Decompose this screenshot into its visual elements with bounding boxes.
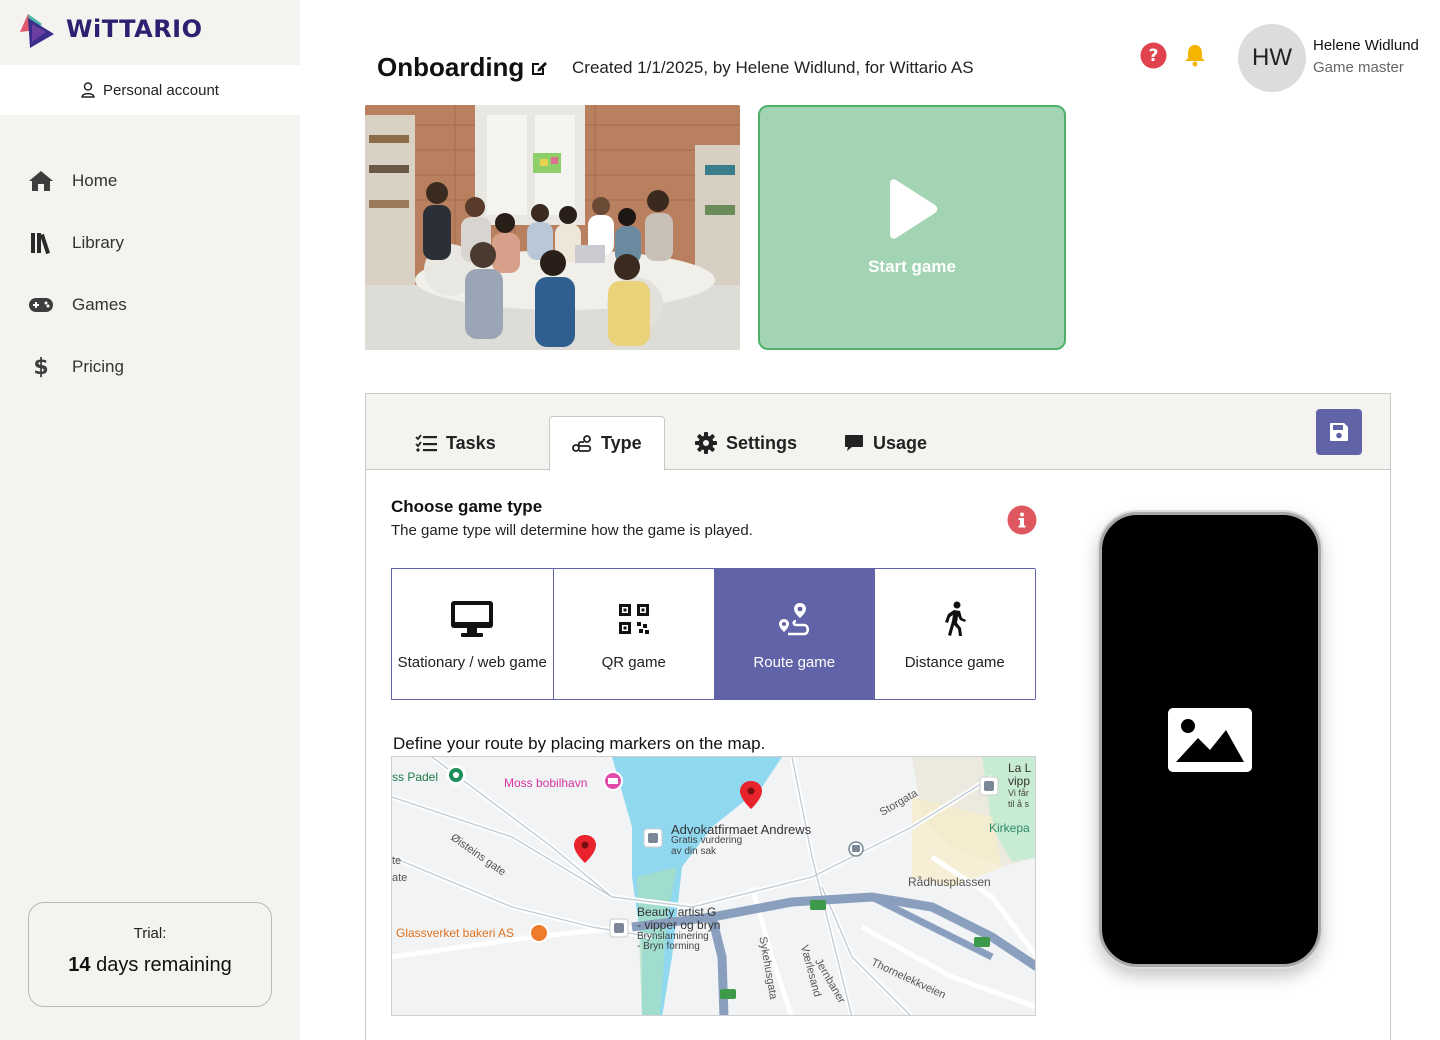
account-label: Personal account bbox=[103, 81, 219, 99]
created-info: Created 1/1/2025, by Helene Widlund, for… bbox=[572, 58, 974, 77]
user-icon bbox=[81, 82, 95, 98]
desktop-icon bbox=[450, 599, 494, 639]
tab-bar: Tasks Type Settings Usage bbox=[366, 394, 1390, 471]
map-label: ate bbox=[392, 872, 408, 884]
map-label: Gratis vurdering bbox=[671, 835, 743, 846]
map-label: - Bryn forming bbox=[637, 941, 700, 952]
map-label: ss Padel bbox=[392, 770, 439, 784]
user-name: Helene Widlund bbox=[1313, 37, 1419, 54]
trial-box: Trial: 14 days remaining bbox=[28, 902, 272, 1007]
nav-label: Library bbox=[72, 233, 124, 252]
trial-days-suffix: days remaining bbox=[90, 954, 232, 976]
map-label: Vi får bbox=[1008, 788, 1029, 798]
nav-item-library[interactable]: Library bbox=[0, 212, 300, 274]
trial-label: Trial: bbox=[133, 925, 167, 942]
start-game-label: Start game bbox=[868, 256, 956, 276]
game-type-distance[interactable]: Distance game bbox=[874, 569, 1035, 699]
map-label: Beauty artist G bbox=[637, 905, 717, 919]
phone-preview bbox=[1099, 512, 1321, 967]
map-label: til å s bbox=[1008, 799, 1030, 809]
route-icon bbox=[776, 599, 812, 639]
map-label: Glassverket bakeri AS bbox=[396, 926, 515, 940]
play-icon bbox=[890, 178, 938, 239]
map-label: te bbox=[392, 855, 402, 867]
game-editor-panel: Tasks Type Settings Usage Choose game ty… bbox=[365, 393, 1391, 1040]
map-label: Rådhusplassen bbox=[908, 875, 991, 889]
route-map[interactable]: ss Padel Moss bobilhavn Advokatfirmaet A… bbox=[391, 756, 1036, 1016]
game-type-label: Route game bbox=[753, 654, 836, 671]
tab-usage[interactable]: Usage bbox=[844, 416, 927, 470]
trial-remaining: 14 days remaining bbox=[29, 954, 271, 977]
tab-label: Tasks bbox=[446, 432, 496, 453]
game-type-qr[interactable]: QR game bbox=[553, 569, 714, 699]
main-nav: Home Library Games $ Pricing bbox=[0, 150, 300, 398]
gear-icon bbox=[695, 432, 717, 454]
logo[interactable]: WiTTARIO bbox=[16, 10, 203, 48]
library-icon bbox=[28, 232, 54, 254]
nav-item-home[interactable]: Home bbox=[0, 150, 300, 212]
sidebar: WiTTARIO Personal account Home Library G… bbox=[0, 0, 300, 1040]
map-label: av din sak bbox=[671, 846, 717, 857]
personal-account-button[interactable]: Personal account bbox=[0, 65, 300, 115]
bell-icon[interactable] bbox=[1184, 43, 1206, 72]
map-label: - vipper og bryn bbox=[637, 918, 721, 932]
game-type-label: Distance game bbox=[904, 654, 1005, 671]
edit-title-icon[interactable] bbox=[530, 59, 548, 82]
map-label: Kirkepa bbox=[989, 821, 1030, 835]
route-icon bbox=[572, 434, 592, 452]
map-label: La L bbox=[1008, 761, 1032, 775]
nav-item-pricing[interactable]: $ Pricing bbox=[0, 336, 300, 398]
checklist-icon bbox=[415, 434, 437, 452]
route-instruction: Define your route by placing markers on … bbox=[393, 734, 766, 753]
tab-type[interactable]: Type bbox=[549, 416, 665, 471]
game-type-title: Choose game type bbox=[391, 497, 543, 516]
logo-mark-icon bbox=[20, 14, 54, 48]
game-type-selector: Stationary / web game QR game Route game… bbox=[391, 568, 1036, 700]
nav-label: Games bbox=[72, 295, 127, 314]
tab-settings[interactable]: Settings bbox=[695, 416, 797, 470]
nav-label: Home bbox=[72, 171, 118, 190]
game-type-label: QR game bbox=[601, 654, 666, 671]
logo-text: WiTTARIO bbox=[66, 15, 203, 43]
map-label: Moss bobilhavn bbox=[504, 776, 588, 790]
gamepad-icon bbox=[28, 296, 54, 314]
tab-label: Usage bbox=[873, 432, 928, 453]
tab-label: Settings bbox=[726, 432, 798, 453]
tab-label: Type bbox=[601, 433, 642, 453]
comment-icon bbox=[845, 435, 863, 451]
game-cover-image bbox=[365, 105, 740, 350]
help-icon[interactable]: ? bbox=[1140, 42, 1167, 74]
save-icon bbox=[1330, 423, 1348, 441]
nav-item-games[interactable]: Games bbox=[0, 274, 300, 336]
qr-code-icon bbox=[618, 599, 649, 639]
map-label: vipp bbox=[1008, 774, 1031, 788]
user-role: Game master bbox=[1313, 59, 1404, 76]
save-button[interactable] bbox=[1316, 409, 1362, 455]
image-placeholder-icon bbox=[1168, 707, 1252, 772]
dollar-icon: $ bbox=[33, 354, 49, 380]
walking-icon bbox=[942, 599, 968, 639]
game-type-stationary[interactable]: Stationary / web game bbox=[391, 568, 554, 700]
page-title: Onboarding bbox=[377, 52, 525, 82]
tab-tasks[interactable]: Tasks bbox=[415, 416, 496, 470]
app-root: WiTTARIO Personal account Home Library G… bbox=[0, 0, 1440, 1040]
game-type-subtitle: The game type will determine how the gam… bbox=[391, 522, 753, 539]
home-icon bbox=[28, 170, 54, 192]
svg-text:?: ? bbox=[1149, 46, 1159, 66]
info-icon[interactable] bbox=[1007, 505, 1037, 540]
trial-days-count: 14 bbox=[68, 954, 91, 976]
game-type-label: Stationary / web game bbox=[397, 654, 547, 671]
start-game-button[interactable]: Start game bbox=[758, 105, 1066, 350]
nav-label: Pricing bbox=[72, 357, 124, 376]
avatar[interactable]: HW bbox=[1238, 24, 1306, 92]
game-type-route[interactable]: Route game bbox=[714, 569, 875, 699]
